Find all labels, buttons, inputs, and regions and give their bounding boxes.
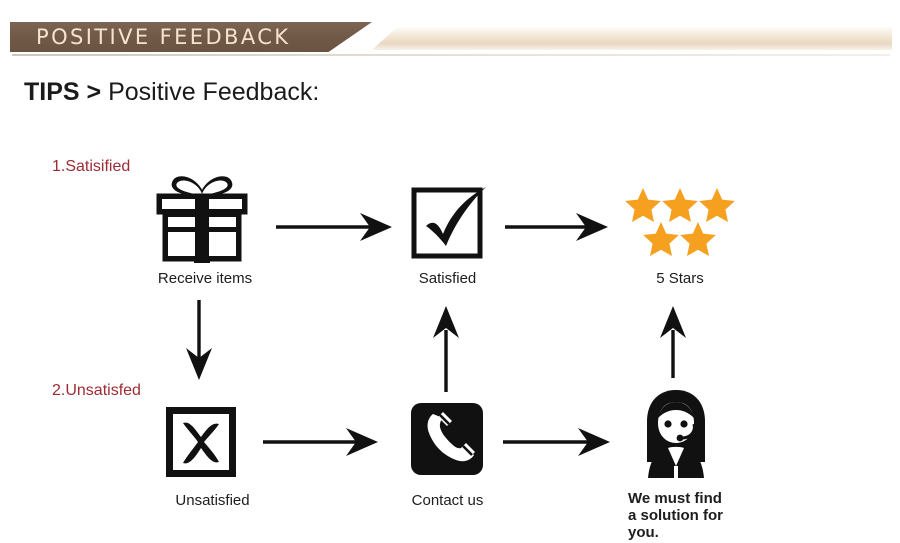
arrow-satisfied-to-stars: [505, 213, 608, 241]
arrow-layer: [186, 213, 686, 456]
arrow-unsatisfied-to-contact: [263, 428, 378, 456]
arrow-agent-to-stars: [660, 306, 686, 378]
arrow-receive-to-unsatisfied: [186, 300, 212, 380]
arrow-receive-to-satisfied: [276, 213, 392, 241]
arrow-contact-to-satisfied: [433, 306, 459, 392]
feedback-flow-diagram: 1.Satisified 2.Unsatisfed Receive items …: [0, 0, 900, 543]
arrow-contact-to-agent: [503, 428, 610, 456]
